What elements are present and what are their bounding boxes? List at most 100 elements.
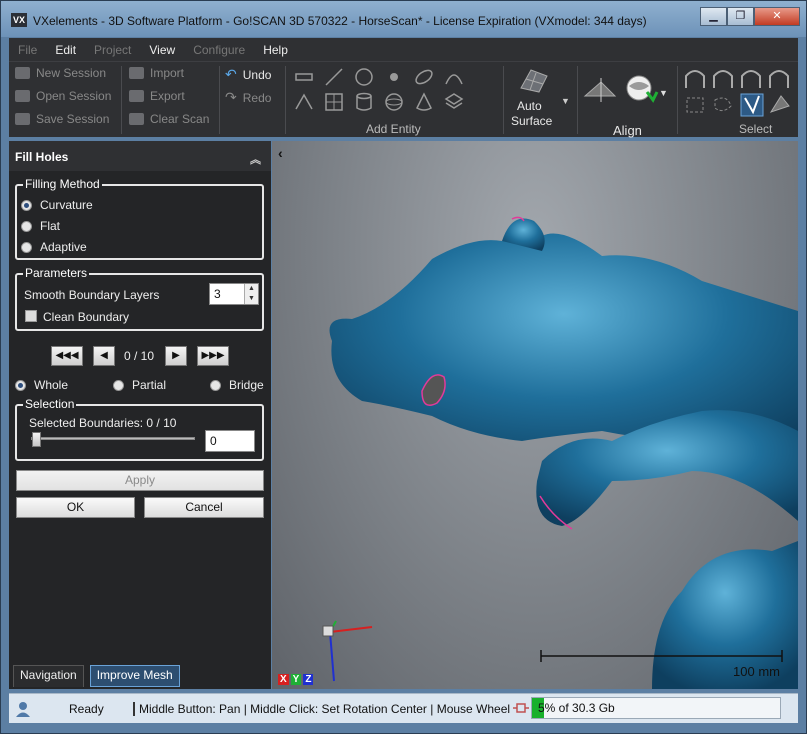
polyline-entity-icon[interactable] xyxy=(293,91,315,113)
cancel-button[interactable]: Cancel xyxy=(144,497,264,518)
status-bar: Ready Middle Button: Pan | Middle Click:… xyxy=(9,693,798,723)
smooth-boundary-stepper[interactable]: 3 ▲ ▼ xyxy=(209,283,259,305)
align-best-fit-icon[interactable] xyxy=(623,72,659,104)
selected-boundaries-label: Selected Boundaries: 0 / 10 xyxy=(29,416,177,430)
radio-partial[interactable]: Partial xyxy=(113,378,166,392)
select-surface-icon xyxy=(685,70,705,88)
undo-button[interactable]: ↶ Undo xyxy=(225,66,271,83)
selection-slider-thumb[interactable] xyxy=(32,432,41,447)
cone-entity-icon[interactable] xyxy=(413,91,435,113)
menu-help[interactable]: Help xyxy=(254,43,297,57)
memory-usage-text: 5% of 30.3 Gb xyxy=(538,701,615,715)
radio-bridge[interactable]: Bridge xyxy=(210,378,264,392)
status-ready: Ready xyxy=(69,702,104,716)
curve-entity-icon[interactable] xyxy=(443,66,465,88)
cylinder-entity-icon[interactable] xyxy=(353,91,375,113)
select-visible-icon xyxy=(741,70,761,88)
clean-boundary-label: Clean Boundary xyxy=(43,310,130,324)
radio-icon xyxy=(210,379,221,391)
panel-title: Fill Holes xyxy=(15,150,69,164)
redo-button[interactable]: ↷ Redo xyxy=(225,89,271,106)
layers-entity-icon[interactable] xyxy=(443,91,465,113)
close-button[interactable]: ✕ xyxy=(754,7,800,26)
apply-button[interactable]: Apply xyxy=(16,470,264,491)
memory-usage-bar: 5% of 30.3 Gb xyxy=(531,697,781,719)
point-entity-icon[interactable] xyxy=(383,66,405,88)
export-button[interactable]: Export xyxy=(129,89,185,103)
filling-method-group: Filling Method Curvature Flat Adaptive xyxy=(15,177,264,260)
radio-adaptive[interactable]: Adaptive xyxy=(21,240,87,254)
user-status-icon xyxy=(16,702,30,717)
add-entity-label: Add Entity xyxy=(366,122,421,136)
new-session-icon xyxy=(15,67,30,79)
app-window: VX VXelements - 3D Software Platform - G… xyxy=(0,0,807,734)
import-button[interactable]: Import xyxy=(129,66,184,80)
radio-whole[interactable]: Whole xyxy=(15,378,68,392)
first-boundary-button[interactable]: ◀◀◀ xyxy=(51,346,83,366)
maximize-button[interactable]: ❐ xyxy=(727,7,754,26)
radio-curvature[interactable]: Curvature xyxy=(21,198,93,212)
scan-mesh[interactable] xyxy=(272,141,798,689)
toolbar-separator xyxy=(121,66,122,134)
align-plane-icon[interactable] xyxy=(583,76,617,104)
clean-boundary-checkbox[interactable] xyxy=(25,310,37,322)
select-label: Select xyxy=(739,122,773,136)
3d-viewport[interactable]: ‹ 100 mm X Y Z xyxy=(272,141,798,689)
circle-entity-icon[interactable] xyxy=(353,66,375,88)
toolbar-separator xyxy=(503,66,504,134)
align-label: Align xyxy=(613,123,642,138)
grid-entity-icon[interactable] xyxy=(323,91,345,113)
selection-group: Selection Selected Boundaries: 0 / 10 0 xyxy=(15,397,264,461)
menu-configure[interactable]: Configure xyxy=(184,43,254,57)
open-session-button[interactable]: Open Session xyxy=(15,89,111,103)
filling-method-title: Filling Method xyxy=(23,177,102,191)
new-session-button[interactable]: New Session xyxy=(15,66,106,80)
tab-navigation[interactable]: Navigation xyxy=(13,665,84,687)
radio-flat[interactable]: Flat xyxy=(21,219,60,233)
previous-boundary-button[interactable]: ◀ xyxy=(93,346,115,366)
clear-scan-button[interactable]: Clear Scan xyxy=(129,112,209,126)
axis-y-label: Y xyxy=(290,674,302,685)
title-bar: VX VXelements - 3D Software Platform - G… xyxy=(1,1,806,37)
plane-entity-icon[interactable] xyxy=(293,66,315,88)
rectangle-select-icon xyxy=(686,97,704,113)
auto-surface-label-line1: Auto xyxy=(517,99,542,113)
collapse-icon[interactable]: ︽ xyxy=(250,151,261,167)
tab-improve-mesh[interactable]: Improve Mesh xyxy=(89,665,180,687)
axis-z-label: Z xyxy=(303,674,314,685)
menu-file[interactable]: File xyxy=(9,43,46,57)
next-boundary-button[interactable]: ▶ xyxy=(165,346,187,366)
select-through-icon xyxy=(713,70,733,88)
stepper-down-icon[interactable]: ▼ xyxy=(245,294,258,304)
export-icon xyxy=(129,90,144,102)
align-dropdown-icon[interactable]: ▼ xyxy=(659,88,668,98)
radio-selected-icon xyxy=(21,199,32,211)
last-boundary-button[interactable]: ▶▶▶ xyxy=(197,346,229,366)
auto-surface-icon[interactable] xyxy=(517,66,551,96)
menu-project[interactable]: Project xyxy=(85,43,140,57)
radio-icon xyxy=(21,220,32,232)
radio-selected-icon xyxy=(15,379,26,391)
add-entity-grid xyxy=(293,66,473,113)
selected-boundaries-input[interactable]: 0 xyxy=(205,430,255,452)
ok-button[interactable]: OK xyxy=(16,497,135,518)
sphere-entity-icon[interactable] xyxy=(383,91,405,113)
toolbar-separator xyxy=(677,66,678,134)
line-entity-icon[interactable] xyxy=(323,66,345,88)
axis-labels: X Y Z xyxy=(278,674,314,685)
save-session-button[interactable]: Save Session xyxy=(15,112,109,126)
auto-surface-dropdown-icon[interactable]: ▼ xyxy=(561,96,570,106)
auto-surface-label-line2: Surface xyxy=(511,114,553,128)
stepper-up-icon[interactable]: ▲ xyxy=(245,284,258,294)
ellipse-entity-icon[interactable] xyxy=(413,66,435,88)
status-mouse-hint: Middle Button: Pan | Middle Click: Set R… xyxy=(133,702,510,716)
menu-view[interactable]: View xyxy=(140,43,184,57)
minimize-button[interactable]: ▁ xyxy=(700,7,727,26)
fill-holes-panel: Fill Holes ︽ Filling Method Curvature Fl… xyxy=(9,141,271,689)
selection-slider-track[interactable] xyxy=(31,437,195,440)
clear-scan-icon xyxy=(129,113,144,125)
menu-edit[interactable]: Edit xyxy=(46,43,85,57)
panel-tabs: Navigation Improve Mesh xyxy=(9,665,271,687)
window-controls: ▁ ❐ ✕ xyxy=(700,7,800,26)
panel-header: Fill Holes ︽ xyxy=(9,141,271,171)
